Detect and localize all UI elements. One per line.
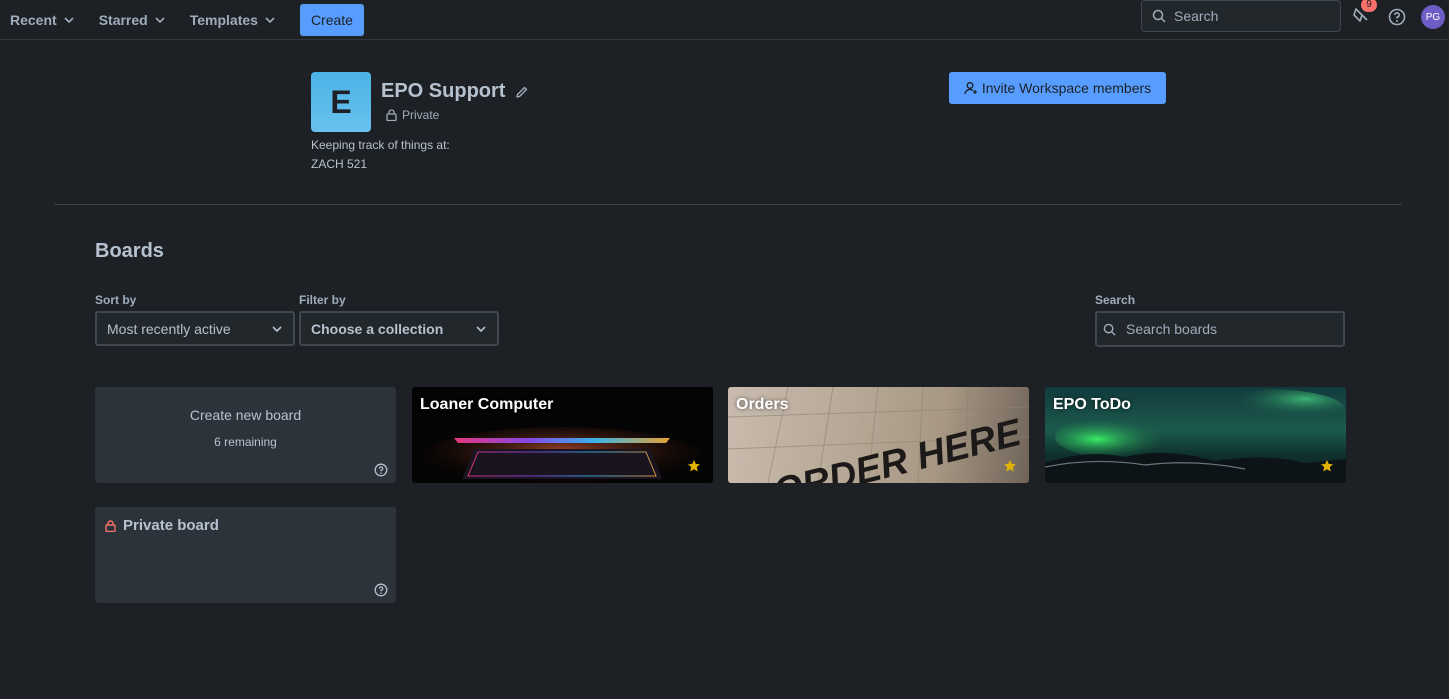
help-icon[interactable] xyxy=(374,583,388,597)
board-tile-orders[interactable]: ORDER HERE Orders xyxy=(728,387,1029,483)
search-label: Search xyxy=(1095,293,1136,307)
recent-menu[interactable]: Recent xyxy=(0,4,85,36)
private-board-label: Private board xyxy=(123,517,219,534)
help-icon[interactable] xyxy=(1387,7,1407,27)
boards-heading: Boards xyxy=(95,240,164,262)
sort-select[interactable]: Most recently active xyxy=(95,311,295,346)
star-icon[interactable] xyxy=(687,459,701,473)
description-line-1: Keeping track of things at: xyxy=(311,138,450,152)
templates-label: Templates xyxy=(189,11,258,28)
lock-icon xyxy=(105,519,116,532)
invite-members-button[interactable]: Invite Workspace members xyxy=(949,72,1166,104)
sort-value: Most recently active xyxy=(107,320,231,337)
search-icon xyxy=(1103,323,1116,336)
pencil-icon[interactable] xyxy=(515,85,529,99)
board-tile-private[interactable]: Private board xyxy=(95,507,396,603)
starred-menu[interactable]: Starred xyxy=(89,4,176,36)
star-icon[interactable] xyxy=(1003,459,1017,473)
board-title: Orders xyxy=(736,396,789,413)
search-boards-placeholder: Search boards xyxy=(1126,321,1218,337)
workspace-description: Keeping track of things at: ZACH 521 xyxy=(311,136,450,174)
chevron-down-icon xyxy=(265,16,275,23)
invite-members-label: Invite Workspace members xyxy=(981,80,1152,96)
filter-value: Choose a collection xyxy=(311,320,444,337)
avatar[interactable]: PG xyxy=(1421,5,1445,29)
templates-menu[interactable]: Templates xyxy=(180,4,286,36)
help-icon[interactable] xyxy=(374,463,388,477)
chevron-down-icon xyxy=(64,16,74,23)
header-divider xyxy=(54,204,1402,205)
chevron-down-icon xyxy=(155,16,165,23)
order-here-sign: ORDER HERE xyxy=(769,411,1027,483)
board-tile-loaner-computer[interactable]: Loaner Computer xyxy=(412,387,713,483)
search-boards-input[interactable]: Search boards xyxy=(1095,311,1345,347)
create-button[interactable]: Create xyxy=(299,3,364,36)
create-new-board-tile[interactable]: Create new board 6 remaining xyxy=(95,387,396,483)
create-board-title: Create new board xyxy=(189,407,302,423)
add-person-icon xyxy=(964,82,977,95)
chevron-down-icon xyxy=(272,326,282,333)
global-search-placeholder: Search xyxy=(1174,8,1219,24)
boards-remaining: 6 remaining xyxy=(214,435,277,449)
chevron-down-icon xyxy=(476,326,486,333)
workspace-privacy: Private xyxy=(386,108,439,122)
privacy-label: Private xyxy=(402,108,440,122)
description-line-2: ZACH 521 xyxy=(311,157,368,171)
board-title: EPO ToDo xyxy=(1053,396,1131,413)
search-icon xyxy=(1152,9,1166,23)
board-title: Loaner Computer xyxy=(420,396,554,413)
global-search-input[interactable]: Search xyxy=(1141,0,1341,32)
filter-label: Filter by xyxy=(299,293,346,307)
star-icon[interactable] xyxy=(1320,459,1334,473)
starred-label: Starred xyxy=(98,11,148,28)
private-board-title: Private board xyxy=(105,517,219,534)
sort-label: Sort by xyxy=(95,293,137,307)
workspace-name-text: EPO Support xyxy=(381,80,506,102)
lock-icon xyxy=(386,109,397,121)
filter-select[interactable]: Choose a collection xyxy=(299,311,499,346)
workspace-name: EPO Support xyxy=(381,80,529,103)
recent-label: Recent xyxy=(10,11,57,28)
notification-badge: 9 xyxy=(1361,0,1377,12)
board-tile-epo-todo[interactable]: EPO ToDo xyxy=(1045,387,1346,483)
workspace-logo: E xyxy=(311,72,371,132)
